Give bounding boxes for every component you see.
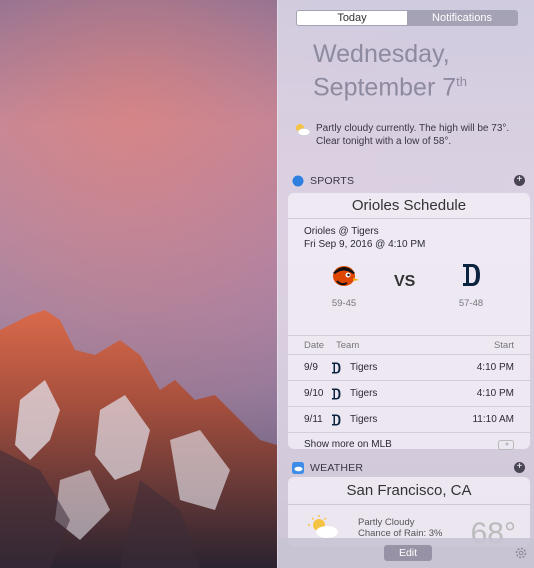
row-date: 9/11 bbox=[304, 414, 323, 425]
sports-compass-icon bbox=[292, 175, 304, 187]
schedule-row[interactable]: 9/11 Tigers 11:10 AM bbox=[288, 406, 530, 432]
summary-line-1: Partly cloudy currently. The high will b… bbox=[316, 123, 510, 134]
sports-add-button[interactable]: + bbox=[514, 175, 525, 186]
gear-icon[interactable] bbox=[515, 547, 527, 559]
game-matchup: Orioles @ Tigers bbox=[304, 226, 379, 237]
schedule-row[interactable]: 9/10 Tigers 4:10 PM bbox=[288, 380, 530, 406]
mountain-wallpaper-art bbox=[0, 310, 277, 568]
game-datetime: Fri Sep 9, 2016 @ 4:10 PM bbox=[304, 239, 426, 250]
notification-center-panel: Today Notifications Wednesday, September… bbox=[277, 0, 534, 568]
row-team: Tigers bbox=[350, 388, 378, 399]
row-start: 4:10 PM bbox=[476, 388, 514, 399]
view-switcher: Today Notifications bbox=[296, 10, 518, 26]
orioles-record: 59-45 bbox=[331, 298, 357, 309]
weather-condition: Partly Cloudy Chance of Rain: 3% bbox=[358, 517, 443, 539]
weather-header-label: WEATHER bbox=[310, 462, 364, 474]
col-team: Team bbox=[336, 339, 360, 351]
versus-label: VS bbox=[394, 273, 416, 290]
orioles-logo-icon bbox=[333, 266, 359, 286]
weather-widget: San Francisco, CA Partly Cloudy Chance o… bbox=[288, 477, 530, 550]
sports-header-label: SPORTS bbox=[310, 175, 355, 187]
bottom-bar: Edit bbox=[278, 538, 534, 568]
schedule-table: Date Team Start 9/9 Tigers 4:10 PM 9/10 … bbox=[288, 335, 530, 432]
schedule-header: Date Team Start bbox=[288, 336, 530, 354]
tigers-logo-icon bbox=[332, 388, 341, 399]
sports-widget: Orioles Schedule Orioles @ Tigers Fri Se… bbox=[288, 193, 530, 450]
weather-city: San Francisco, CA bbox=[288, 477, 530, 505]
row-start: 4:10 PM bbox=[476, 362, 514, 373]
sports-title: Orioles Schedule bbox=[288, 193, 530, 219]
row-start: 11:10 AM bbox=[472, 414, 514, 425]
summary-line-2: Clear tonight with a low of 58°. bbox=[316, 136, 452, 147]
mlb-icon bbox=[498, 439, 514, 450]
row-date: 9/10 bbox=[304, 388, 324, 399]
orioles-team[interactable]: 59-45 bbox=[319, 261, 369, 309]
tigers-logo-icon bbox=[332, 414, 341, 425]
tigers-team[interactable]: 57-48 bbox=[446, 261, 496, 309]
row-team: Tigers bbox=[350, 414, 378, 425]
tigers-logo-icon bbox=[332, 362, 341, 373]
show-more-link[interactable]: Show more on MLB bbox=[288, 432, 530, 456]
show-more-label: Show more on MLB bbox=[304, 439, 392, 450]
date-month-day: September 7th bbox=[313, 73, 467, 102]
weather-summary: Partly cloudy currently. The high will b… bbox=[294, 122, 524, 148]
matchup-section: 59-45 VS 57-48 bbox=[288, 261, 530, 331]
weather-app-icon bbox=[292, 462, 304, 474]
row-team: Tigers bbox=[350, 362, 378, 373]
schedule-row[interactable]: 9/9 Tigers 4:10 PM bbox=[288, 354, 530, 380]
edit-button[interactable]: Edit bbox=[384, 545, 432, 561]
partly-cloudy-icon bbox=[296, 124, 310, 136]
col-date: Date bbox=[304, 339, 325, 351]
weather-add-button[interactable]: + bbox=[514, 462, 525, 473]
game-info: Orioles @ Tigers Fri Sep 9, 2016 @ 4:10 … bbox=[288, 219, 530, 251]
weather-widget-header: WEATHER + bbox=[292, 459, 525, 477]
sports-widget-header: SPORTS + bbox=[292, 172, 525, 190]
tab-notifications[interactable]: Notifications bbox=[407, 11, 517, 25]
today-date: Wednesday, September 7th bbox=[313, 40, 523, 101]
row-date: 9/9 bbox=[304, 362, 318, 373]
tigers-logo-icon bbox=[463, 264, 480, 286]
partly-cloudy-icon bbox=[308, 515, 338, 538]
date-weekday: Wednesday, bbox=[313, 40, 450, 68]
col-start: Start bbox=[493, 339, 514, 351]
tigers-record: 57-48 bbox=[458, 298, 484, 309]
tab-today[interactable]: Today bbox=[297, 11, 407, 25]
